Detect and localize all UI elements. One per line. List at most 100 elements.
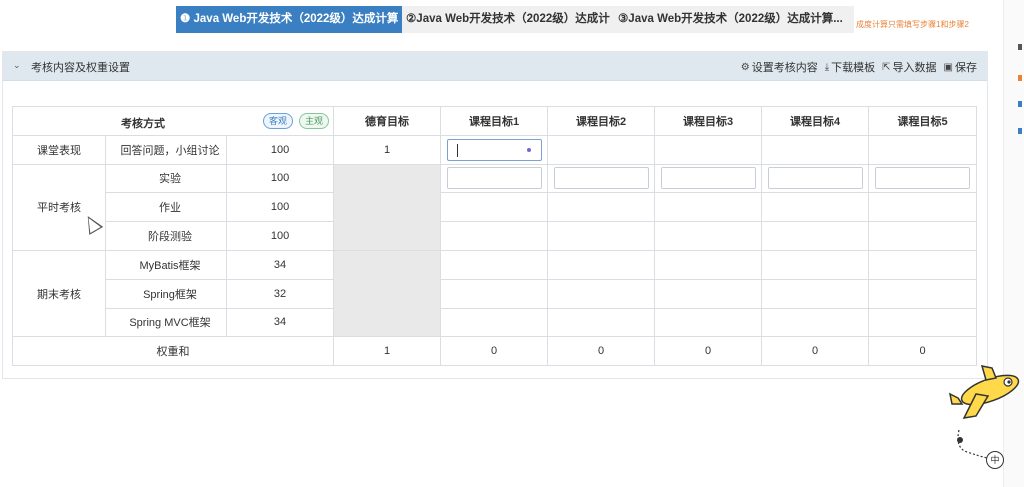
course-target-cell[interactable] <box>440 163 549 194</box>
course-target-cell[interactable] <box>547 278 656 309</box>
language-toggle-button[interactable]: 中 <box>986 451 1004 469</box>
objective-tag[interactable]: 客观 <box>263 113 294 129</box>
item-name: MyBatis框架 <box>105 249 227 280</box>
panel-header[interactable]: ⌄ 考核内容及权重设置 ⚙ 设置考核内容 ⤓ 下载模板 ⇱ 导入数据 ▣ 保存 <box>3 52 987 81</box>
steps-hint: 成度计算只需填写步骤1和步骤2 <box>856 20 969 29</box>
download-template-button[interactable]: ⤓ 下载模板 <box>825 59 875 75</box>
step-1[interactable]: ❶ Java Web开发技术（2022级）达成计算 <box>176 6 402 33</box>
sum-course-target-1: 0 <box>440 336 549 367</box>
item-name: 阶段测验 <box>105 221 227 251</box>
download-icon: ⤓ <box>824 61 830 73</box>
course-target-cell[interactable] <box>654 163 763 194</box>
plane-mascot-icon[interactable] <box>946 364 1024 424</box>
item-weight: 100 <box>225 221 335 251</box>
text-caret <box>456 143 458 157</box>
subjective-tag[interactable]: 主观 <box>299 113 330 129</box>
table-row: 课堂表现 回答问题，小组讨论 100 1 <box>12 134 978 165</box>
set-content-button[interactable]: ⚙ 设置考核内容 <box>741 59 818 75</box>
sum-course-target-2: 0 <box>547 336 656 367</box>
course-target-cell[interactable] <box>761 163 870 194</box>
course-target-cell[interactable] <box>761 134 870 165</box>
course-target-cell[interactable] <box>654 307 763 338</box>
table-row: 期末考核 MyBatis框架 34 <box>12 249 978 338</box>
category-classroom[interactable]: 课堂表现 <box>12 134 106 165</box>
course-target-cell[interactable] <box>547 134 656 165</box>
chevron-down-icon[interactable]: ⌄ <box>13 60 21 71</box>
set-content-label: 设置考核内容 <box>751 62 818 74</box>
item-weight: 100 <box>225 134 335 165</box>
gear-icon: ⚙ <box>740 61 750 73</box>
course-target-cell[interactable] <box>547 221 656 251</box>
course-target-cell[interactable] <box>868 134 978 165</box>
course-target-cell[interactable] <box>761 221 870 251</box>
edge-marker <box>1018 101 1022 107</box>
course-target-cell[interactable] <box>547 249 656 280</box>
course-target-cell[interactable] <box>654 192 763 223</box>
course-target-cell[interactable] <box>440 278 549 309</box>
moral-disabled-cell <box>333 249 442 338</box>
course-target-cell[interactable] <box>654 249 763 280</box>
course-target-cell[interactable] <box>868 278 978 309</box>
course-target-cell[interactable] <box>547 307 656 338</box>
item-weight: 34 <box>225 249 335 280</box>
course-target-cell[interactable] <box>761 192 870 223</box>
import-data-label: 导入数据 <box>892 62 937 74</box>
course-target-5-input[interactable] <box>875 167 971 190</box>
course-target-cell[interactable] <box>547 192 656 223</box>
import-icon: ⇱ <box>882 61 891 73</box>
category-final[interactable]: 期末考核 <box>12 249 106 338</box>
sum-label: 权重和 <box>11 336 335 367</box>
header-course-target-5: 课程目标5 <box>868 106 978 136</box>
sum-course-target-3: 0 <box>654 336 763 367</box>
panel-actions: ⚙ 设置考核内容 ⤓ 下载模板 ⇱ 导入数据 ▣ 保存 <box>741 59 977 75</box>
course-target-cell[interactable] <box>547 163 656 194</box>
course-target-4-input[interactable] <box>767 167 863 190</box>
item-weight: 32 <box>225 278 335 309</box>
save-button[interactable]: ▣ 保存 <box>944 59 977 75</box>
course-target-cell[interactable] <box>654 221 763 251</box>
moral-value[interactable]: 1 <box>333 134 442 165</box>
course-target-cell[interactable] <box>440 307 549 338</box>
header-course-target-2: 课程目标2 <box>547 106 656 136</box>
course-target-cell[interactable] <box>868 192 978 223</box>
sum-course-target-5: 0 <box>868 336 978 367</box>
step-3[interactable]: ③Java Web开发技术（2022级）达成计算... <box>614 6 854 33</box>
sum-moral: 1 <box>333 336 442 367</box>
moral-disabled-cell <box>333 163 442 251</box>
item-name: Spring MVC框架 <box>105 307 227 338</box>
edge-marker <box>1018 44 1022 50</box>
course-target-cell[interactable] <box>868 163 978 194</box>
table-row: 阶段测验 100 <box>13 221 978 251</box>
course-target-2-input[interactable] <box>553 167 649 190</box>
edge-marker <box>1018 128 1022 134</box>
course-target-cell[interactable] <box>761 307 870 338</box>
course-target-cell[interactable] <box>761 278 870 309</box>
course-target-cell[interactable] <box>868 307 978 338</box>
step-2[interactable]: ②Java Web开发技术（2022级）达成计 <box>402 6 614 33</box>
item-weight: 100 <box>225 163 335 194</box>
table-row: Spring框架 32 <box>13 278 978 309</box>
header-course-target-1: 课程目标1 <box>440 106 549 136</box>
course-target-3-input[interactable] <box>660 167 756 190</box>
course-target-cell[interactable] <box>761 249 870 280</box>
header-course-target-4: 课程目标4 <box>761 106 870 136</box>
course-target-cell[interactable] <box>868 249 978 280</box>
course-target-cell[interactable] <box>868 221 978 251</box>
course-target-cell[interactable] <box>654 278 763 309</box>
course-target-1-input[interactable] <box>446 138 542 161</box>
item-name: 作业 <box>105 192 227 223</box>
item-name: 回答问题，小组讨论 <box>105 134 227 165</box>
course-target-cell[interactable] <box>440 249 549 280</box>
course-target-cell[interactable] <box>440 192 549 223</box>
course-target-1-input[interactable] <box>446 167 542 190</box>
category-regular[interactable]: 平时考核 <box>12 163 106 251</box>
item-weight: 100 <box>225 192 335 223</box>
edge-marker <box>1018 75 1022 81</box>
table-row: 平时考核 实验 100 <box>12 163 978 251</box>
header-moral-target: 德育目标 <box>333 106 442 136</box>
course-target-cell[interactable] <box>440 134 549 165</box>
import-data-button[interactable]: ⇱ 导入数据 <box>882 59 936 75</box>
course-target-cell[interactable] <box>440 221 549 251</box>
course-target-cell[interactable] <box>654 134 763 165</box>
item-weight: 34 <box>225 307 335 338</box>
